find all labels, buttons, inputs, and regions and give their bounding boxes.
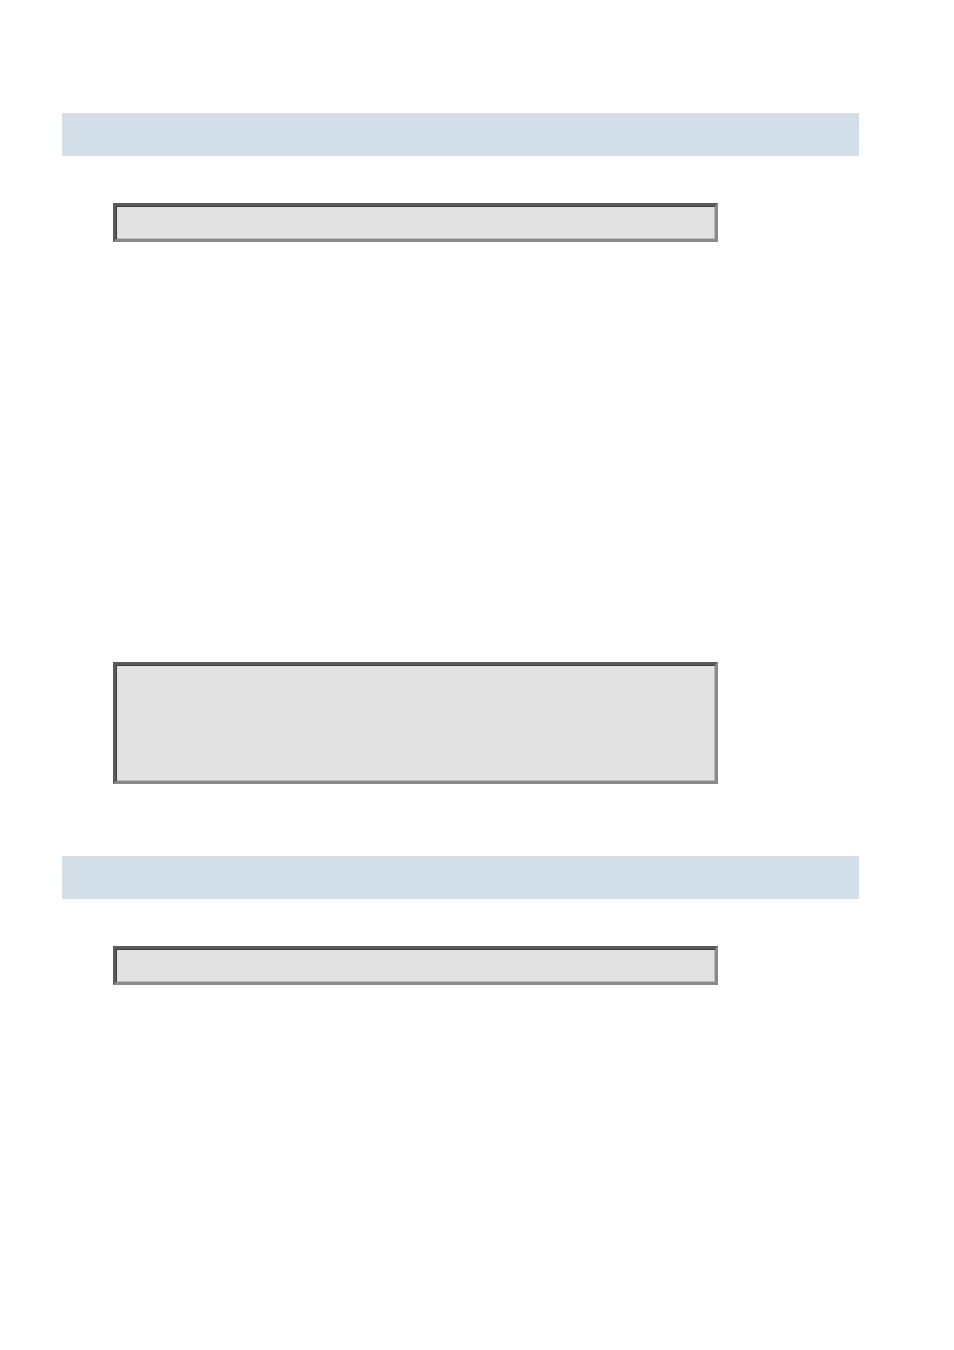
code-block xyxy=(113,946,718,985)
section-heading xyxy=(62,113,859,156)
body-text-region xyxy=(0,242,954,662)
code-block xyxy=(113,203,718,242)
code-block xyxy=(113,662,718,784)
document-page xyxy=(0,0,954,1350)
section-heading xyxy=(62,856,859,899)
